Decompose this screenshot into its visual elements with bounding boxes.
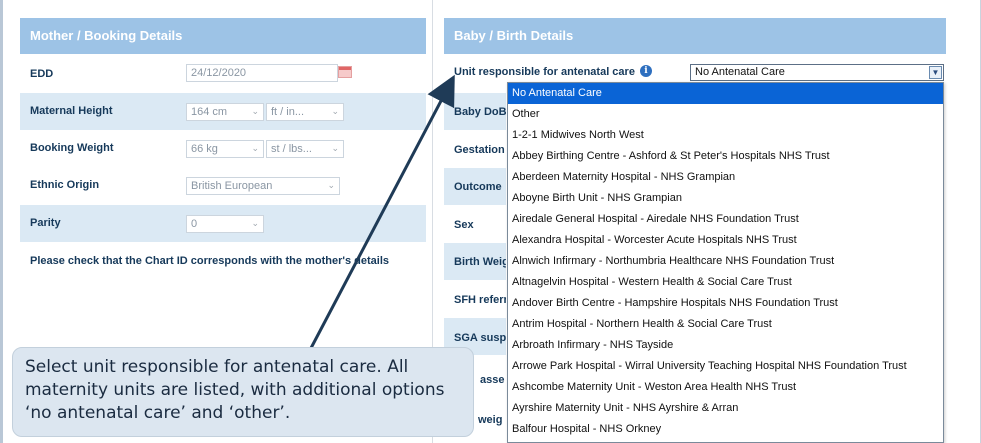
chevron-down-icon: ⌄ [251, 106, 259, 116]
antenatal-unit-label: Unit responsible for antenatal care [454, 66, 635, 78]
dropdown-option[interactable]: Alexandra Hospital - Worcester Acute Hos… [508, 230, 943, 251]
dropdown-option[interactable]: Abbey Birthing Centre - Ashford & St Pet… [508, 146, 943, 167]
maternal-height-row: Maternal Height 164 cm ⌄ ft / in... ⌄ [20, 93, 426, 130]
maternal-height-value: 164 cm [191, 106, 228, 118]
dropdown-option[interactable]: Other [508, 104, 943, 125]
assessment-label: asse [480, 374, 505, 386]
dropdown-option[interactable]: Alnwich Infirmary - Northumbria Healthca… [508, 251, 943, 272]
ethnic-origin-label: Ethnic Origin [30, 179, 100, 191]
edd-label: EDD [30, 68, 54, 80]
booking-weight-unit-select[interactable]: st / lbs... ⌄ [266, 140, 344, 158]
weight-label: weig [478, 414, 503, 426]
chevron-down-icon: ⌄ [251, 143, 259, 153]
chevron-down-icon: ⌄ [251, 218, 259, 228]
calendar-icon[interactable] [338, 66, 352, 78]
sfh-referral-label: SFH referr [454, 294, 506, 306]
booking-weight-select[interactable]: 66 kg ⌄ [186, 140, 264, 158]
chart-id-note: Please check that the Chart ID correspon… [30, 255, 389, 267]
chevron-down-icon: ⌄ [331, 143, 339, 153]
dropdown-option[interactable]: Arbroath Infirmary - NHS Tayside [508, 335, 943, 356]
chevron-down-icon: ⌄ [327, 180, 335, 190]
maternal-height-select[interactable]: 164 cm ⌄ [186, 103, 264, 121]
ethnic-origin-value: British European [191, 180, 273, 192]
ethnic-origin-row: Ethnic Origin British European ⌄ [20, 167, 426, 204]
ethnic-origin-select[interactable]: British European ⌄ [186, 177, 340, 195]
dropdown-option[interactable]: Balfour Hospital - NHS Orkney [508, 419, 943, 440]
antenatal-unit-dropdown-list[interactable]: No Antenatal Care Other 1-2-1 Midwives Nor… [507, 82, 944, 443]
dropdown-option[interactable]: 1-2-1 Midwives North West [508, 125, 943, 146]
parity-select[interactable]: 0 ⌄ [186, 215, 264, 233]
parity-value: 0 [191, 218, 198, 230]
dropdown-option[interactable]: Arrowe Park Hospital - Wirral University… [508, 356, 943, 377]
antenatal-unit-value: No Antenatal Care [695, 66, 785, 78]
chevron-down-icon[interactable]: ▼ [929, 66, 942, 79]
booking-weight-value: 66 kg [191, 143, 218, 155]
booking-weight-label: Booking Weight [30, 142, 114, 154]
mother-panel-header: Mother / Booking Details [20, 18, 426, 54]
dropdown-option[interactable]: Aboyne Birth Unit - NHS Grampian [508, 188, 943, 209]
dropdown-option[interactable]: Antrim Hospital - Northern Health & Soci… [508, 314, 943, 335]
baby-panel-header: Baby / Birth Details [444, 18, 946, 54]
gestation-label: Gestation [454, 144, 505, 156]
outcome-label: Outcome [454, 181, 502, 193]
antenatal-unit-select[interactable]: No Antenatal Care ▼ [690, 64, 944, 81]
chevron-down-icon: ⌄ [331, 106, 339, 116]
edd-input[interactable]: 24/12/2020 [186, 64, 338, 82]
dropdown-option[interactable]: Andover Birth Centre - Hampshire Hospita… [508, 293, 943, 314]
sex-label: Sex [454, 219, 474, 231]
booking-weight-row: Booking Weight 66 kg ⌄ st / lbs... ⌄ [20, 130, 426, 167]
maternal-height-label: Maternal Height [30, 105, 113, 117]
dropdown-option[interactable]: Aberdeen Maternity Hospital - NHS Grampi… [508, 167, 943, 188]
dropdown-option[interactable]: Ashcombe Maternity Unit - Weston Area He… [508, 377, 943, 398]
edd-row: EDD 24/12/2020 [20, 56, 426, 93]
parity-row: Parity 0 ⌄ [20, 205, 426, 242]
parity-label: Parity [30, 217, 61, 229]
maternal-height-unit-select[interactable]: ft / in... ⌄ [266, 103, 344, 121]
callout-text: Select unit responsible for antenatal ca… [25, 357, 445, 423]
dropdown-option[interactable]: Altnagelvin Hospital - Western Health & … [508, 272, 943, 293]
birth-weight-label: Birth Weig [454, 256, 506, 268]
baby-dob-label: Baby DoB [454, 106, 506, 118]
sga-suspected-label: SGA susp [454, 332, 506, 344]
edd-value: 24/12/2020 [191, 67, 247, 79]
dropdown-option[interactable]: No Antenatal Care [508, 83, 943, 104]
dropdown-option[interactable]: Airedale General Hospital - Airedale NHS… [508, 209, 943, 230]
info-icon[interactable]: i [640, 65, 652, 77]
maternal-height-unit: ft / in... [271, 106, 305, 118]
dropdown-option[interactable]: Ayrshire Maternity Unit - NHS Ayrshire &… [508, 398, 943, 419]
booking-weight-unit: st / lbs... [271, 143, 312, 155]
callout-box: Select unit responsible for antenatal ca… [12, 347, 474, 437]
